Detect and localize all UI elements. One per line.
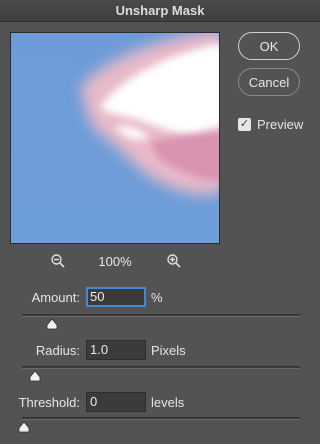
amount-slider-thumb[interactable] xyxy=(46,318,58,330)
threshold-input[interactable]: 0 xyxy=(86,392,146,412)
zoom-out-icon[interactable] xyxy=(50,253,66,269)
preview-image-content xyxy=(11,33,219,243)
preview-image[interactable] xyxy=(10,32,220,244)
zoom-level: 100% xyxy=(98,253,132,269)
threshold-slider-track[interactable] xyxy=(22,417,300,420)
radius-label: Radius: xyxy=(35,343,80,358)
radius-unit: Pixels xyxy=(151,343,186,358)
amount-slider-track[interactable] xyxy=(22,314,300,317)
preview-checkbox-row[interactable]: ✓ Preview xyxy=(238,117,303,132)
amount-unit: % xyxy=(151,290,163,305)
radius-slider-track[interactable] xyxy=(22,366,300,369)
radius-slider-thumb[interactable] xyxy=(29,370,41,382)
preview-label: Preview xyxy=(257,117,304,132)
threshold-slider-thumb[interactable] xyxy=(18,421,30,433)
window-title: Unsharp Mask xyxy=(0,0,320,22)
zoom-in-icon[interactable] xyxy=(166,253,182,269)
zoom-controls: 100% xyxy=(10,252,220,270)
radius-input[interactable]: 1.0 xyxy=(86,340,146,360)
ok-button[interactable]: OK xyxy=(238,32,300,60)
preview-checkbox[interactable]: ✓ xyxy=(238,118,251,131)
amount-input[interactable]: 50 xyxy=(86,287,146,307)
threshold-label: Threshold: xyxy=(18,395,80,410)
threshold-unit: levels xyxy=(151,395,185,410)
cancel-button[interactable]: Cancel xyxy=(238,68,300,96)
amount-label: Amount: xyxy=(31,290,80,305)
